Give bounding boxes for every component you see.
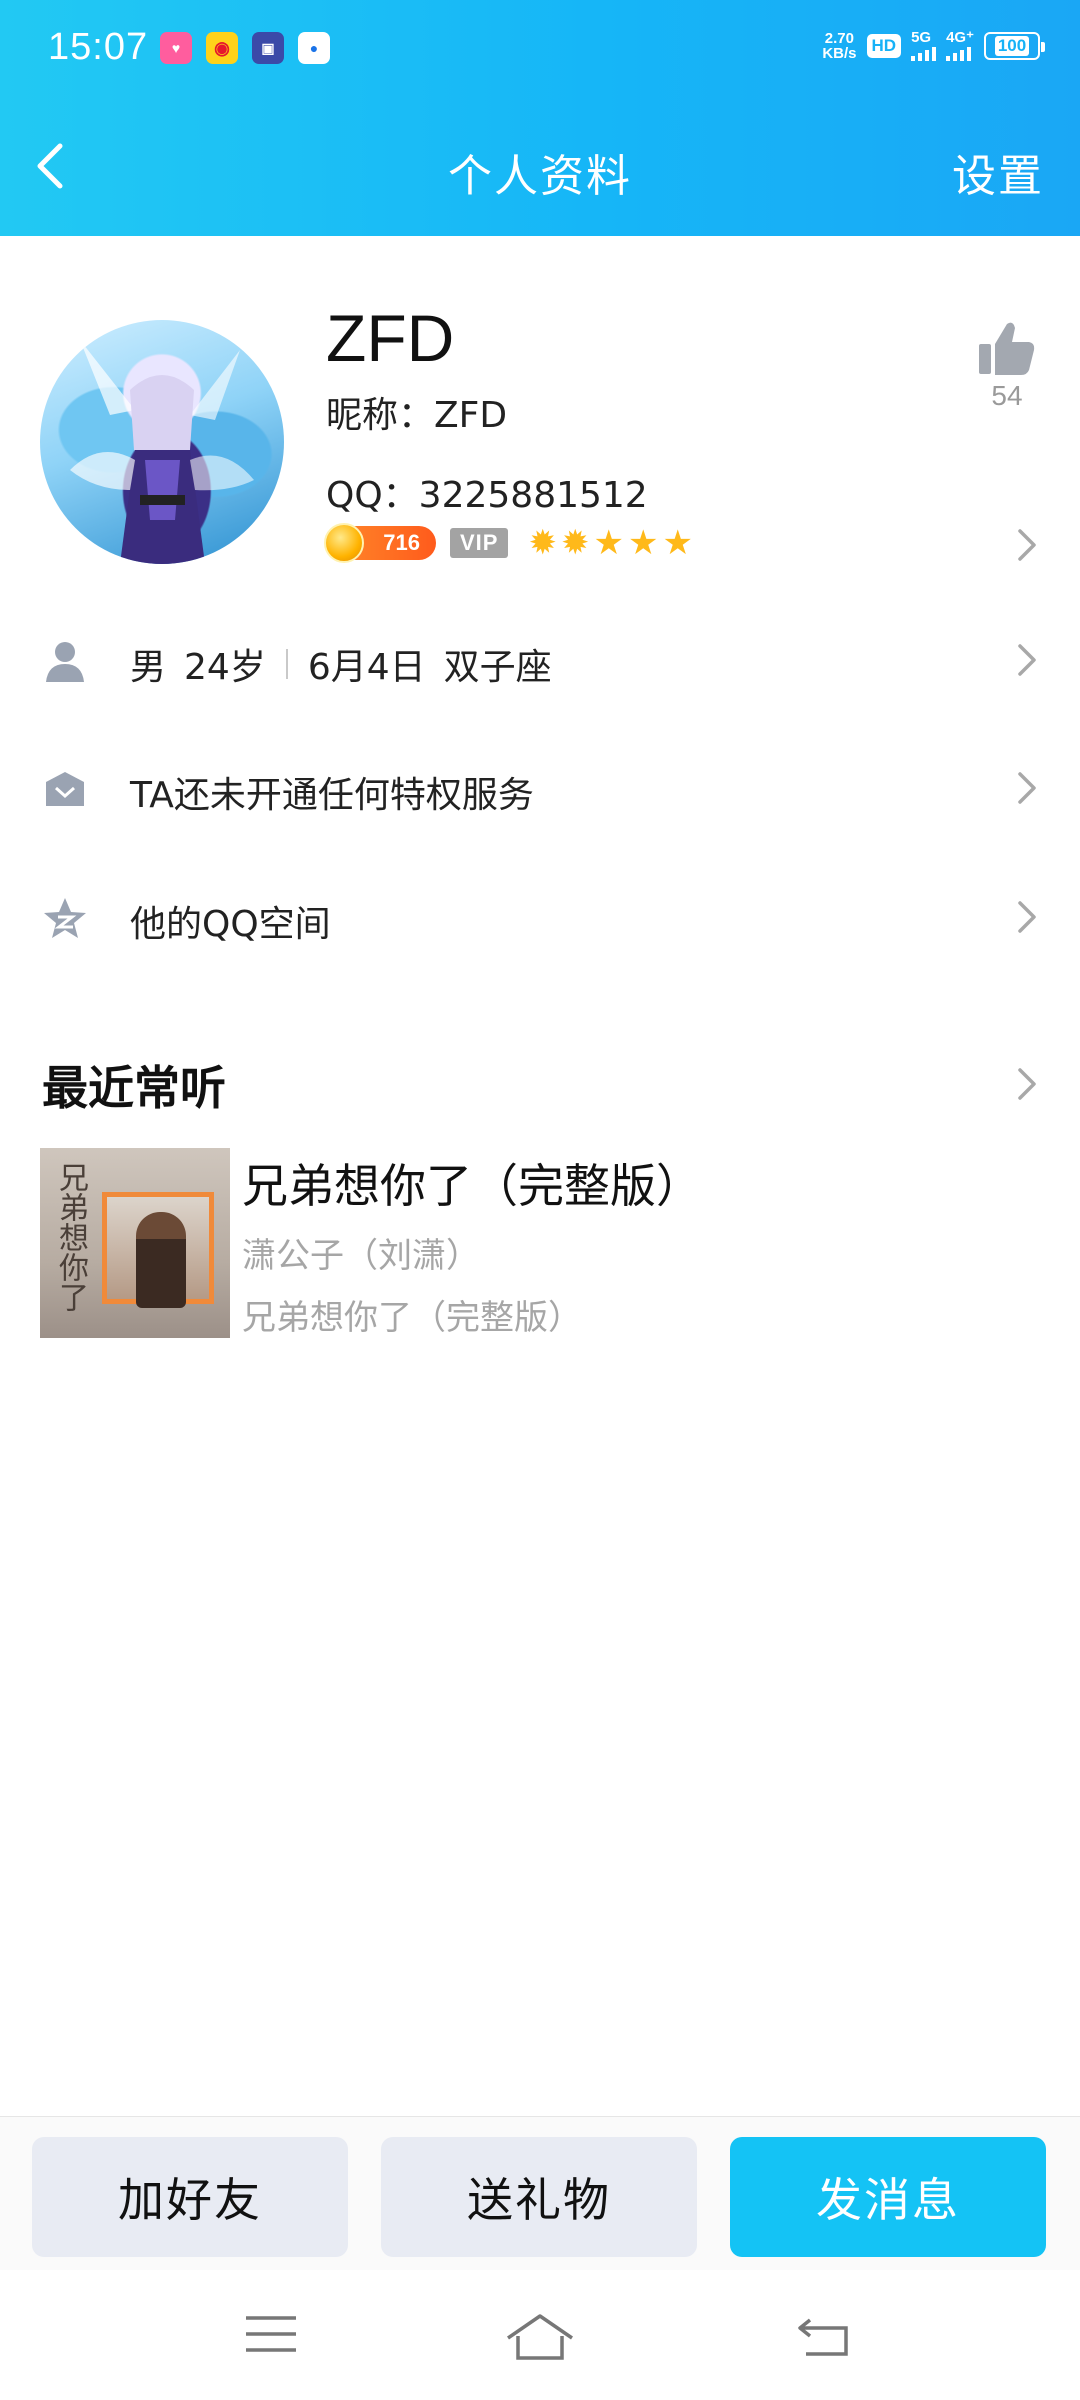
signal-5g-label: 5G <box>911 29 932 46</box>
signal-5g-icon: 5G <box>911 29 937 61</box>
status-time: 15:07 <box>48 26 149 68</box>
action-bar: 加好友 送礼物 发消息 <box>0 2116 1080 2270</box>
birthday-text: 6月4日 <box>307 647 426 688</box>
like-button[interactable]: 54 <box>972 320 1042 412</box>
add-friend-button[interactable]: 加好友 <box>32 2137 348 2257</box>
chevron-right-icon[interactable] <box>1016 527 1038 563</box>
basic-info-row[interactable]: 男 24岁 6月4日 双子座 <box>0 600 1080 720</box>
thumbs-up-icon <box>979 322 1035 375</box>
signal-bars-1 <box>911 45 937 61</box>
song-title[interactable]: 兄弟想你了（完整版） <box>242 1150 702 1216</box>
gender-text: 男 <box>130 647 167 688</box>
battery-icon: 100 <box>984 31 1045 60</box>
star-icon: ★ <box>662 523 693 563</box>
profile-nickname: 昵称：ZFD <box>326 395 508 436</box>
level-value: 716 <box>383 530 420 555</box>
net-speed-unit: KB/s <box>822 44 857 62</box>
header-bar: 15:07 ♥ ◉ ▣ ● 2.70 KB/s HD 5G 4G⁺ 100 个人… <box>0 0 1080 236</box>
signal-4g-label: 4G⁺ <box>946 29 974 46</box>
privilege-row[interactable]: TA还未开通任何特权服务 <box>0 728 1080 848</box>
recent-music-title: 最近常听 <box>42 1061 226 1115</box>
star-icon: ★ <box>593 523 624 563</box>
chevron-right-icon <box>1018 772 1036 804</box>
lolo-app-icon: ♥ <box>160 32 192 64</box>
signal-bars-2 <box>946 45 972 61</box>
profile-name: ZFD <box>326 301 455 375</box>
qzone-row[interactable]: 他的QQ空间 <box>0 857 1080 977</box>
avatar[interactable] <box>40 320 284 564</box>
navy-app-icon: ▣ <box>252 32 284 64</box>
song-artist: 潇公子（刘潇） <box>242 1236 480 1276</box>
like-count: 54 <box>991 380 1023 411</box>
back-nav-icon[interactable] <box>796 2312 852 2358</box>
status-indicators: 2.70 KB/s HD 5G 4G⁺ 100 <box>822 29 1045 61</box>
status-app-icons: ♥ ◉ ▣ ● <box>160 32 330 64</box>
song-album: 兄弟想你了（完整版） <box>242 1298 582 1338</box>
signal-4g-icon: 4G⁺ <box>946 30 974 61</box>
privilege-text: TA还未开通任何特权服务 <box>130 775 534 816</box>
hd-icon: HD <box>866 33 902 58</box>
status-bar: 15:07 ♥ ◉ ▣ ● 2.70 KB/s HD 5G 4G⁺ 100 <box>0 0 1080 100</box>
divider <box>285 649 288 679</box>
qzone-text: 他的QQ空间 <box>130 904 331 945</box>
send-gift-button[interactable]: 送礼物 <box>381 2137 697 2257</box>
zodiac-text: 双子座 <box>443 647 552 688</box>
age-text: 24岁 <box>184 647 266 688</box>
coin-icon <box>324 523 364 563</box>
net-speed-value: 2.70 <box>824 29 854 47</box>
sun-icon: ✹ <box>528 523 557 563</box>
vip-badge: VIP <box>450 528 509 558</box>
star-icon: ★ <box>627 523 659 563</box>
chevron-right-icon <box>1018 644 1036 676</box>
avatar-illustration <box>70 340 254 564</box>
weibo-icon: ◉ <box>206 32 238 64</box>
level-icons: ✹ ✹ ★ ★ ★ <box>528 526 692 560</box>
home-icon[interactable] <box>504 2312 576 2362</box>
basic-info-text: 男 24岁 6月4日 双子座 <box>130 638 552 690</box>
nav-bar: 个人资料 设置 <box>0 118 1080 214</box>
chevron-right-icon[interactable] <box>1016 1066 1038 1102</box>
system-nav-bar <box>0 2272 1080 2400</box>
album-cover-text: 兄弟想你了 <box>53 1162 88 1312</box>
net-speed: 2.70 KB/s <box>822 31 856 61</box>
crown-icon <box>46 772 84 806</box>
blue-app-icon: ● <box>298 32 330 64</box>
settings-button[interactable]: 设置 <box>952 140 1044 204</box>
level-badge: 716 <box>324 523 436 563</box>
album-cover[interactable]: 兄弟想你了 <box>40 1148 230 1338</box>
person-icon <box>46 642 84 682</box>
menu-icon[interactable] <box>244 2312 298 2356</box>
profile-qq-number: QQ：3225881512 <box>326 475 648 516</box>
sun-icon: ✹ <box>560 523 590 563</box>
qzone-star-icon <box>44 898 86 938</box>
battery-level: 100 <box>994 35 1030 56</box>
send-message-button[interactable]: 发消息 <box>730 2137 1046 2257</box>
badge-row[interactable]: 716 VIP ✹ ✹ ★ ★ ★ <box>324 523 693 563</box>
chevron-right-icon <box>1018 901 1036 933</box>
album-person <box>136 1212 186 1308</box>
page-title: 个人资料 <box>448 151 632 202</box>
